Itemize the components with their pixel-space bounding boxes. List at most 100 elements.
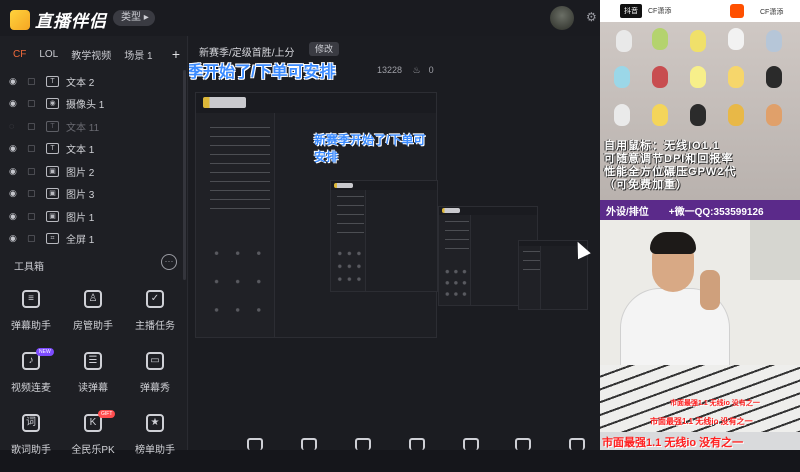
mini-tools bbox=[442, 265, 470, 301]
layer-item[interactable]: ◉ ▢ ▣ 图片 2 bbox=[0, 160, 188, 183]
nested-overlay-text: 新赛季开始了/下单可安排 bbox=[314, 133, 426, 164]
avatar[interactable] bbox=[550, 6, 574, 30]
tab-lol[interactable]: LOL bbox=[39, 49, 58, 60]
layer-item[interactable]: ◉ ▢ ◉ 摄像头 1 bbox=[0, 93, 188, 116]
mouse-product bbox=[728, 104, 744, 126]
volume-icon[interactable] bbox=[515, 438, 531, 450]
background-monitor bbox=[750, 220, 800, 280]
image-layer-icon: ▣ bbox=[46, 210, 59, 222]
lock-icon[interactable]: ▢ bbox=[27, 98, 39, 109]
toolbox-header: 工具箱 ··· bbox=[0, 254, 188, 274]
layer-item[interactable]: ◌ ▢ T 文本 11 bbox=[0, 115, 188, 138]
add-scene-icon[interactable]: + bbox=[172, 46, 180, 62]
layer-item[interactable]: ◉ ▢ ▣ 图片 3 bbox=[0, 183, 188, 206]
tab-scene-1[interactable]: 场景 1 bbox=[124, 47, 152, 62]
tool-room-manager[interactable]: ♙ 房管助手 bbox=[62, 286, 124, 348]
mouse-product bbox=[690, 66, 706, 88]
lock-icon[interactable]: ▢ bbox=[27, 121, 39, 132]
eye-icon[interactable]: ◉ bbox=[9, 98, 21, 109]
tool-label: 房管助手 bbox=[73, 321, 113, 332]
channel-name-2: CF潇添 bbox=[760, 9, 784, 16]
type-button[interactable]: 类型 ▸ bbox=[113, 10, 155, 26]
eye-icon[interactable]: ◉ bbox=[9, 143, 21, 154]
image-layer-icon: ▣ bbox=[46, 165, 59, 177]
tool-read-danmu[interactable]: ☰ 读弹幕 bbox=[62, 348, 124, 410]
layer-name: 文本 2 bbox=[66, 77, 95, 89]
read-danmu-icon: ☰ bbox=[84, 352, 102, 370]
eye-icon[interactable]: ◉ bbox=[9, 188, 21, 199]
tool-ranking[interactable]: ★ 榜单助手 bbox=[124, 410, 186, 472]
bottom-controls bbox=[189, 434, 600, 450]
brand-name: 直播伴侣 bbox=[35, 12, 107, 31]
more-icon[interactable]: ··· bbox=[161, 254, 177, 270]
logo-icon bbox=[10, 9, 30, 30]
layer-name: 图片 2 bbox=[66, 167, 95, 179]
text-layer-icon: T bbox=[46, 75, 59, 87]
edit-title-button[interactable]: 修改 bbox=[309, 42, 339, 56]
lock-icon[interactable]: ▢ bbox=[27, 211, 39, 222]
tab-cf[interactable]: CF bbox=[13, 49, 26, 60]
lock-icon[interactable]: ▢ bbox=[27, 188, 39, 199]
layer-name: 图片 3 bbox=[66, 190, 95, 202]
tool-danmu-show[interactable]: ▭ 弹幕秀 bbox=[124, 348, 186, 410]
text-icon[interactable] bbox=[463, 438, 479, 450]
flame-icon: ♨ bbox=[412, 65, 421, 75]
tool-label: 视频连麦 bbox=[11, 383, 51, 394]
lock-icon[interactable]: ▢ bbox=[27, 143, 39, 154]
stream-video: 抖音 CF潇添 CF潇添 自用鼠标：无线IO1.1 可随意调节DPI和回报率 性… bbox=[600, 0, 800, 450]
tool-pk[interactable]: K GIFT 全民乐PK bbox=[62, 410, 124, 472]
eye-icon[interactable]: ◉ bbox=[9, 211, 21, 222]
promo-text: 自用鼠标：无线IO1.1 可随意调节DPI和回报率 性能全方位碾压GPW2代 （… bbox=[604, 140, 800, 192]
layer-item[interactable]: ◉ ▢ ⌗ 全屏 1 bbox=[0, 228, 188, 251]
ranking-icon: ★ bbox=[146, 414, 164, 432]
tool-label: 弹幕助手 bbox=[11, 321, 51, 332]
eye-icon[interactable]: ◉ bbox=[9, 76, 21, 87]
promo-line: 可随意调节DPI和回报率 bbox=[604, 153, 734, 165]
task-icon: ✓ bbox=[146, 290, 164, 308]
stream-stats: 13228 ♨ 0 bbox=[377, 65, 442, 76]
record-icon[interactable] bbox=[355, 438, 371, 450]
lock-icon[interactable]: ▢ bbox=[27, 233, 39, 244]
nested-preview bbox=[330, 180, 438, 292]
stream-header: 抖音 CF潇添 CF潇添 bbox=[600, 0, 800, 22]
webcam-feed: 市面最强1.1 无线io 没有之一 市面最强1.1 无线io 没有之一 bbox=[600, 220, 800, 432]
tab-teaching-video[interactable]: 教学视频 bbox=[71, 47, 111, 62]
tool-video-mic[interactable]: ♪ NEW 视频连麦 bbox=[0, 348, 62, 410]
app-logo: 直播伴侣 bbox=[10, 7, 107, 32]
mini-tools bbox=[335, 247, 364, 286]
mini-layer-list bbox=[523, 250, 541, 275]
tool-label: 榜单助手 bbox=[135, 445, 175, 456]
lock-icon[interactable]: ▢ bbox=[27, 166, 39, 177]
top-bar: 直播伴侣 类型 ▸ ⚙ bbox=[0, 0, 600, 36]
image-icon[interactable] bbox=[409, 438, 425, 450]
like-count: 0 bbox=[428, 65, 434, 75]
tool-label: 全民乐PK bbox=[71, 445, 115, 456]
promo-line: （可免费加重） bbox=[604, 179, 688, 191]
layer-name: 文本 1 bbox=[66, 145, 95, 157]
layer-item[interactable]: ◉ ▢ T 文本 1 bbox=[0, 138, 188, 161]
red-caption: 市面最强1.1 无线io 没有之一 bbox=[650, 417, 753, 426]
toolbox-grid: ≡ 弹幕助手 ♙ 房管助手 ✓ 主播任务 ♪ NEW 视频连麦 ☰ 读弹幕 ▭ bbox=[0, 286, 188, 472]
promo-line: 自用鼠标：无线IO1.1 bbox=[604, 140, 720, 152]
mic-icon[interactable] bbox=[569, 438, 585, 450]
red-caption: 市面最强1.1 无线io 没有之一 bbox=[670, 400, 760, 407]
tool-lyrics[interactable]: 词 歌词助手 bbox=[0, 410, 62, 472]
capture-icon[interactable] bbox=[247, 438, 263, 450]
layer-item[interactable]: ◉ ▢ T 文本 2 bbox=[0, 70, 188, 93]
tool-danmu-assistant[interactable]: ≡ 弹幕助手 bbox=[0, 286, 62, 348]
tool-label: 弹幕秀 bbox=[140, 383, 170, 394]
eye-icon[interactable]: ◉ bbox=[9, 166, 21, 177]
tool-label: 歌词助手 bbox=[11, 445, 51, 456]
eye-icon[interactable]: ◉ bbox=[9, 233, 21, 244]
layer-scrollbar[interactable] bbox=[183, 70, 186, 280]
lock-icon[interactable]: ▢ bbox=[27, 76, 39, 87]
tool-host-tasks[interactable]: ✓ 主播任务 bbox=[124, 286, 186, 348]
eye-off-icon[interactable]: ◌ bbox=[9, 121, 21, 131]
layer-name: 图片 1 bbox=[66, 212, 95, 224]
danmu-assistant-icon: ≡ bbox=[22, 290, 40, 308]
camera-layer-icon: ◉ bbox=[46, 98, 59, 110]
mouse-product bbox=[766, 66, 782, 88]
settings-icon[interactable]: ⚙ bbox=[586, 10, 600, 24]
camera-icon[interactable] bbox=[301, 438, 317, 450]
layer-item[interactable]: ◉ ▢ ▣ 图片 1 bbox=[0, 205, 188, 228]
